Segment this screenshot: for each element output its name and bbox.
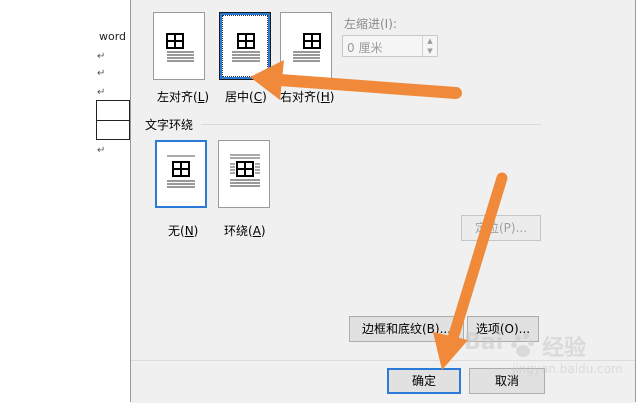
align-right-icon: [293, 33, 321, 62]
align-right-label: 右对齐(H): [280, 90, 335, 104]
position-button[interactable]: 定位(P)...: [461, 215, 541, 241]
paragraph-mark: ↵: [97, 87, 106, 98]
paragraph-mark: ↵: [97, 68, 106, 79]
chevron-up-icon[interactable]: ▲: [423, 36, 437, 46]
baidu-watermark: Bai 经验 jingyan.baidu.com: [464, 330, 623, 380]
paw-icon: [511, 333, 534, 357]
left-indent-value: 0 厘米: [347, 41, 383, 55]
watermark-brand: Bai: [464, 330, 504, 355]
paragraph-mark: ↵: [97, 145, 106, 156]
align-center-tile[interactable]: [219, 12, 271, 80]
ok-button[interactable]: 确定: [387, 368, 461, 394]
paragraph-mark: ↵: [97, 51, 106, 62]
text-wrap-heading: 文字环绕: [145, 118, 194, 132]
wrap-around-tile[interactable]: [218, 140, 270, 208]
align-left-label: 左对齐(L): [157, 90, 210, 104]
left-indent-spinner[interactable]: 0 厘米 ▲ ▼: [342, 35, 438, 57]
wrap-none-icon: [167, 155, 195, 188]
wrap-around-icon: [230, 154, 260, 187]
align-center-icon: [232, 33, 260, 62]
wrap-none-tile[interactable]: [155, 140, 207, 208]
document-text: word: [99, 30, 127, 43]
wrap-none-label: 无(N): [168, 224, 199, 238]
chevron-down-icon[interactable]: ▼: [423, 46, 437, 56]
align-left-tile[interactable]: [153, 12, 205, 80]
table-cell[interactable]: [96, 119, 130, 140]
watermark-brand-2: 经验: [542, 336, 587, 361]
watermark-url: jingyan.baidu.com: [512, 362, 623, 376]
table-tab-pane: 左对齐(L) 居中(C) 右对齐(H) 左缩进(I): 0 厘米 ▲ ▼ 文字环…: [139, 0, 547, 360]
borders-shading-button[interactable]: 边框和底纹(B)...: [349, 316, 464, 342]
align-right-tile[interactable]: [280, 12, 332, 80]
document-table[interactable]: [96, 100, 130, 140]
spinner-buttons[interactable]: ▲ ▼: [422, 36, 437, 56]
section-divider: [201, 124, 541, 125]
table-cell[interactable]: [96, 100, 130, 121]
align-center-label: 居中(C): [225, 90, 267, 104]
left-indent-label: 左缩进(I):: [344, 17, 397, 31]
align-left-icon: [166, 33, 194, 62]
document-area: word ↵ ↵ ↵ ↵: [0, 0, 130, 402]
wrap-around-label: 环绕(A): [224, 224, 266, 238]
